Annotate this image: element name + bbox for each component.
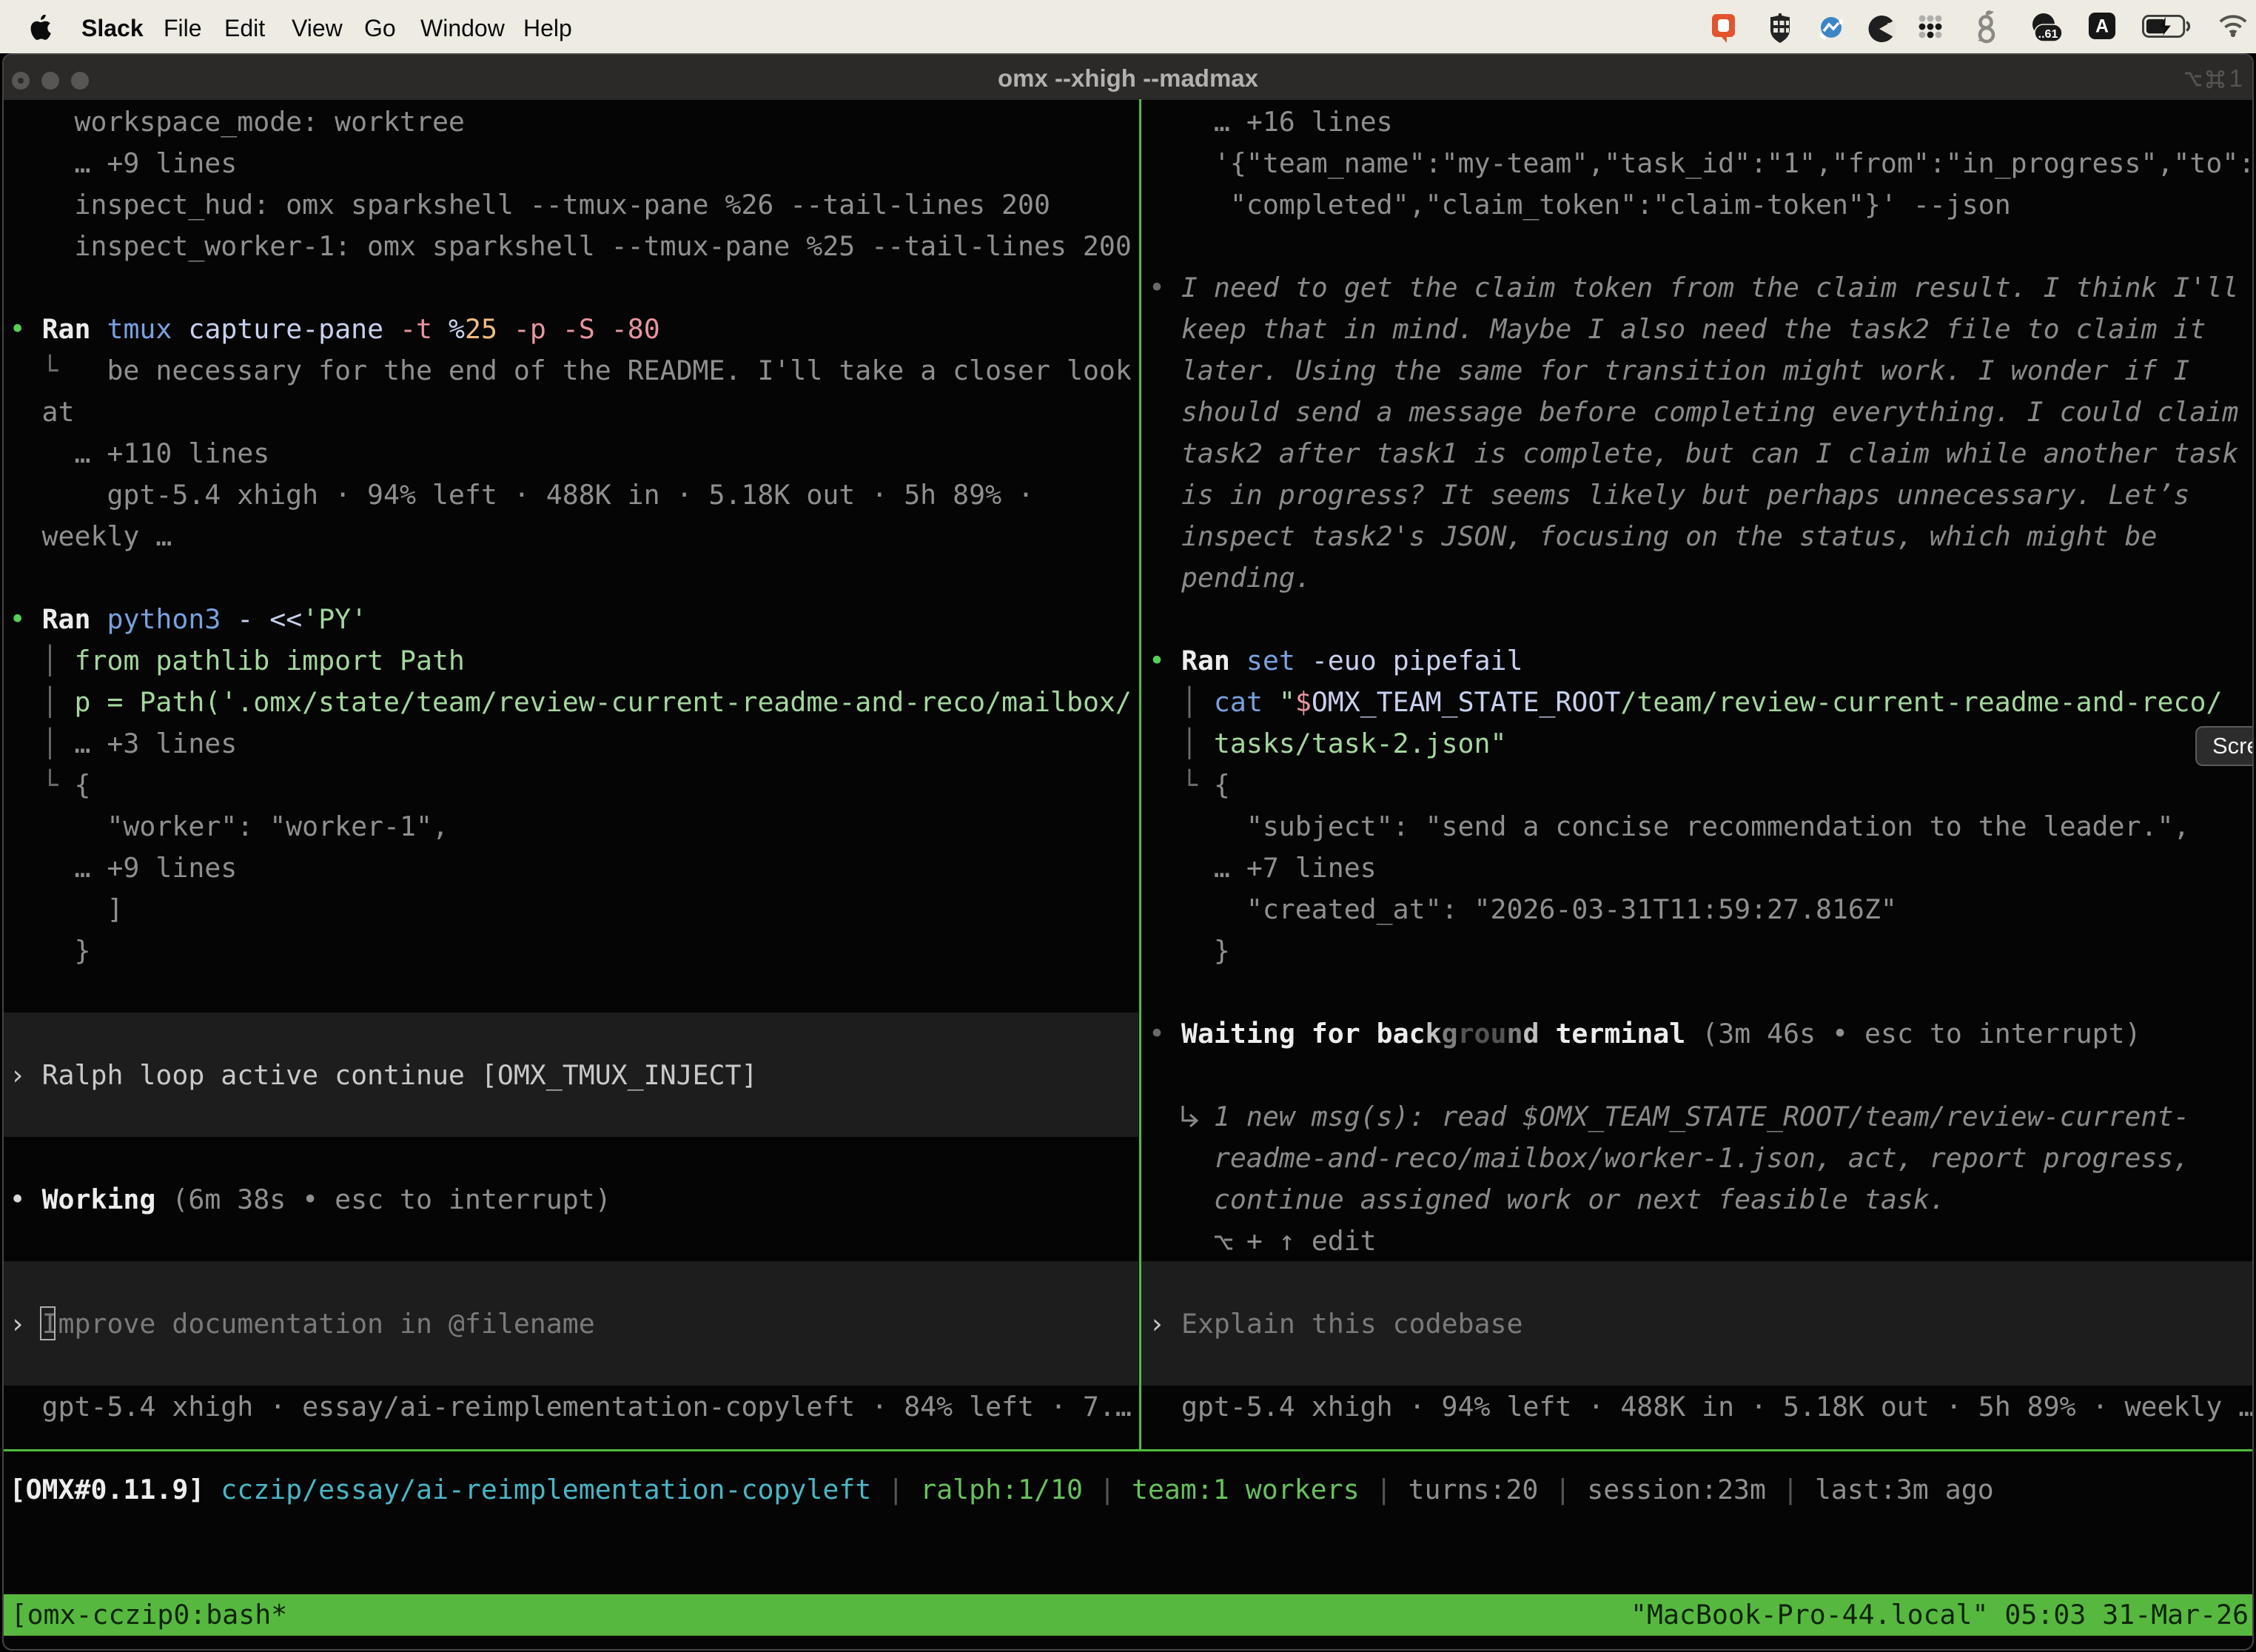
svg-text:..61: ..61 [2038, 28, 2058, 41]
svg-text:A: A [2095, 17, 2109, 37]
